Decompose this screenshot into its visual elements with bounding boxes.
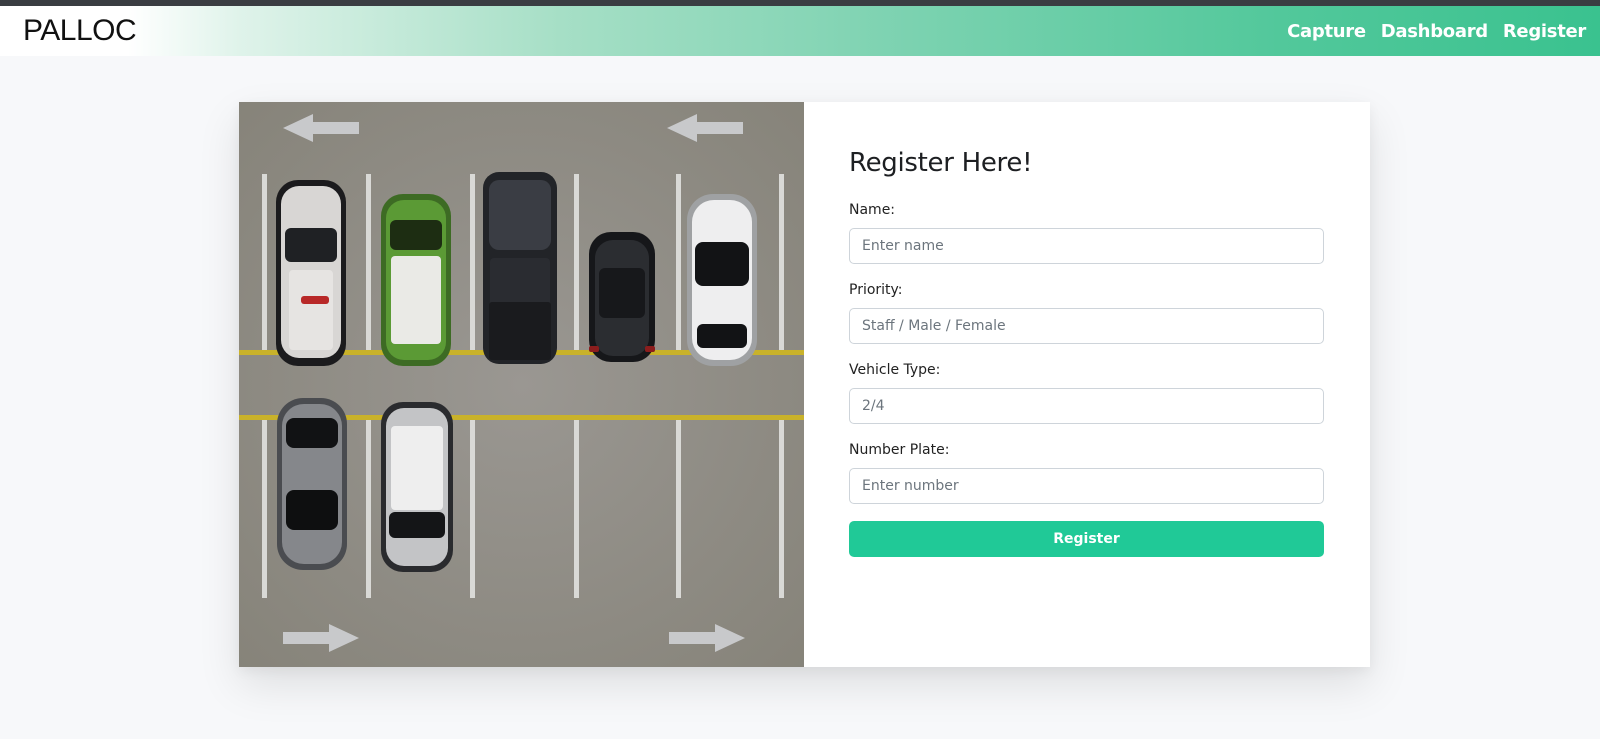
number-plate-field-group: Number Plate: <box>849 442 1325 504</box>
priority-input[interactable] <box>849 308 1324 344</box>
number-plate-input[interactable] <box>849 468 1324 504</box>
car-icon <box>381 194 451 366</box>
priority-label: Priority: <box>849 282 903 298</box>
nav-link-capture[interactable]: Capture <box>1287 21 1366 42</box>
parking-lot-image <box>239 102 804 667</box>
name-field-group: Name: <box>849 202 1325 264</box>
car-icon <box>483 172 557 364</box>
name-input[interactable] <box>849 228 1324 264</box>
name-label: Name: <box>849 202 896 218</box>
nav-link-dashboard[interactable]: Dashboard <box>1381 21 1488 42</box>
car-icon <box>687 194 757 366</box>
nav-links: Capture Dashboard Register <box>1272 21 1586 42</box>
navbar: PALLOC Capture Dashboard Register <box>0 6 1600 56</box>
number-plate-label: Number Plate: <box>849 442 950 458</box>
vehicle-type-input[interactable] <box>849 388 1324 424</box>
car-icon <box>276 180 346 366</box>
form-title: Register Here! <box>849 148 1033 178</box>
nav-link-register[interactable]: Register <box>1503 21 1586 42</box>
brand-logo[interactable]: PALLOC <box>23 14 137 48</box>
vehicle-type-label: Vehicle Type: <box>849 362 941 378</box>
register-form: Register Here! Name: Priority: Vehicle T… <box>804 102 1370 667</box>
register-button[interactable]: Register <box>849 521 1324 557</box>
car-icon <box>277 398 347 570</box>
car-icon <box>381 402 453 572</box>
priority-field-group: Priority: <box>849 282 1325 344</box>
register-card: Register Here! Name: Priority: Vehicle T… <box>239 102 1370 667</box>
car-icon <box>589 232 655 362</box>
vehicle-type-field-group: Vehicle Type: <box>849 362 1325 424</box>
